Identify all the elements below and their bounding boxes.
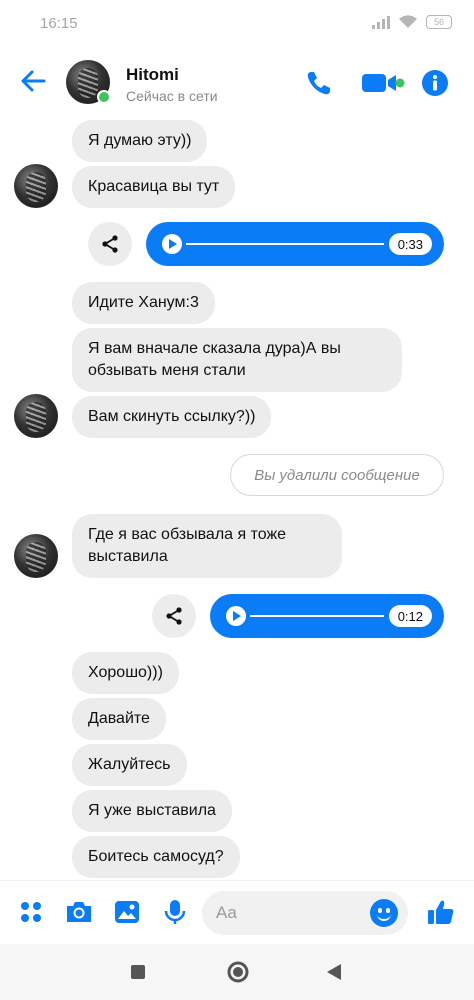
signal-icon: [372, 15, 390, 29]
message-bubble[interactable]: Я вам вначале сказала дура)А вы обзывать…: [72, 328, 402, 392]
home-icon[interactable]: [226, 960, 250, 984]
share-icon: [102, 235, 118, 253]
sender-avatar[interactable]: [14, 164, 58, 208]
audio-message[interactable]: 0:12: [210, 594, 444, 638]
message-bubble[interactable]: Боитесь самосуд?: [72, 836, 240, 878]
online-indicator: [97, 90, 111, 104]
sender-avatar[interactable]: [14, 534, 58, 578]
status-bar: 16:15 56: [0, 0, 474, 48]
message-input-placeholder: Aa: [216, 903, 237, 922]
message-bubble[interactable]: Идите Ханум:3: [72, 282, 215, 324]
contact-status: Сейчас в сети: [126, 88, 218, 104]
share-icon: [166, 607, 182, 625]
message-bubble[interactable]: Я уже выставила: [72, 790, 232, 832]
image-icon: [115, 901, 139, 923]
message-bubble[interactable]: Я думаю эту)): [72, 120, 208, 162]
arrow-left-icon[interactable]: [18, 66, 48, 96]
message-bubble[interactable]: Жалуйтесь: [72, 744, 187, 786]
audio-progress-track[interactable]: [186, 243, 384, 245]
message-bubble[interactable]: Вам скинуть ссылку?)): [72, 396, 272, 438]
contact-name[interactable]: Hitomi: [126, 65, 179, 85]
microphone-icon: [164, 900, 186, 924]
audio-duration: 0:12: [388, 605, 432, 627]
grid-dots-icon: [21, 902, 41, 922]
conversation-header: Hitomi Сейчас в сети: [0, 48, 474, 116]
play-icon[interactable]: [162, 234, 182, 254]
status-icons: 56: [372, 15, 452, 29]
message-input[interactable]: Aa: [202, 891, 408, 935]
system-nav-bar: [0, 944, 474, 1000]
apps-button[interactable]: [16, 897, 46, 927]
phone-icon[interactable]: [304, 68, 334, 98]
share-button[interactable]: [152, 594, 196, 638]
message-bubble[interactable]: Где я вас обзывала я тоже выставила: [72, 514, 342, 578]
recent-apps-icon[interactable]: [130, 964, 146, 980]
audio-message[interactable]: 0:33: [146, 222, 444, 266]
like-button[interactable]: [426, 897, 456, 927]
wifi-icon: [399, 15, 417, 28]
video-camera-icon[interactable]: [360, 68, 406, 98]
message-bubble[interactable]: Давайте: [72, 698, 166, 740]
message-bubble[interactable]: Красавица вы тут: [72, 166, 236, 208]
camera-icon: [67, 902, 91, 922]
deleted-message-notice: Вы удалили сообщение: [230, 454, 444, 496]
status-time: 16:15: [40, 15, 78, 32]
sender-avatar[interactable]: [14, 394, 58, 438]
camera-button[interactable]: [64, 897, 94, 927]
smiley-icon[interactable]: [370, 899, 398, 927]
battery-icon: 56: [426, 15, 452, 29]
message-bubble[interactable]: Хорошо))): [72, 652, 179, 694]
message-list[interactable]: Я думаю эту)) Красавица вы тут 0:33 Идит…: [0, 116, 474, 880]
play-icon[interactable]: [226, 606, 246, 626]
voice-button[interactable]: [160, 897, 190, 927]
share-button[interactable]: [88, 222, 132, 266]
audio-duration: 0:33: [388, 233, 432, 255]
info-icon[interactable]: [420, 68, 450, 98]
thumbs-up-icon: [428, 900, 454, 924]
audio-progress-track[interactable]: [250, 615, 384, 617]
gallery-button[interactable]: [112, 897, 142, 927]
message-composer: Aa: [0, 880, 474, 944]
back-nav-icon[interactable]: [326, 963, 342, 981]
